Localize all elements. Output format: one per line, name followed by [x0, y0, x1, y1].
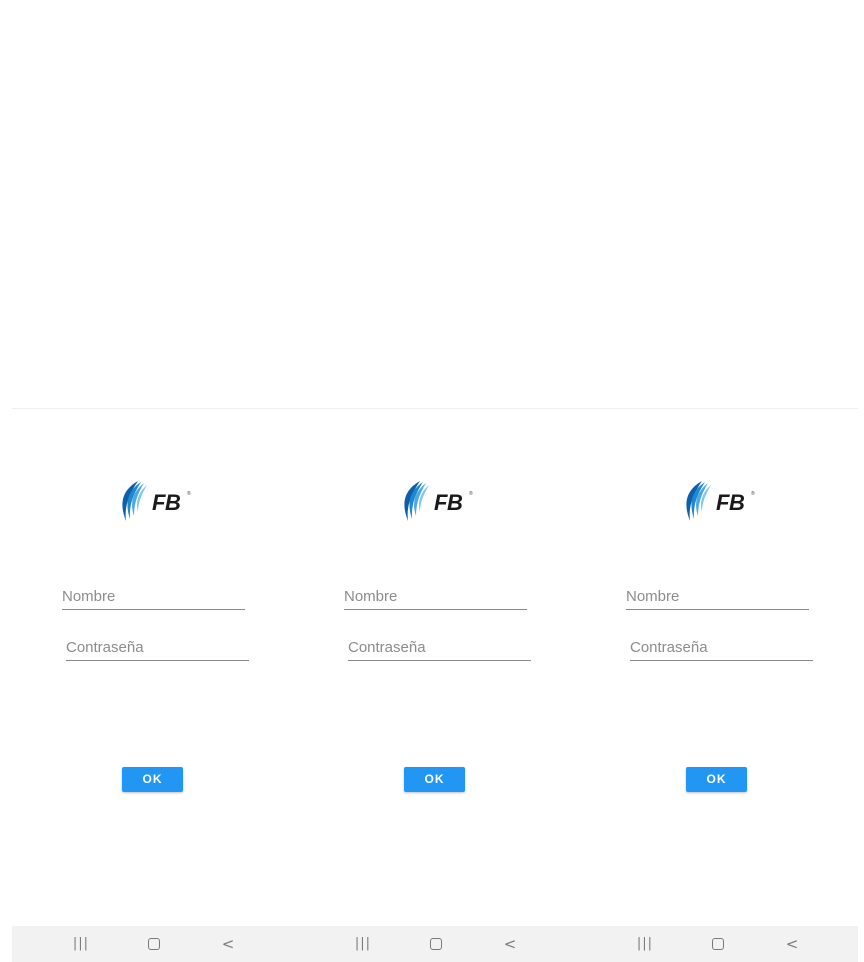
registered-mark: ® [187, 491, 191, 497]
login-panel-3: FB ® Nombre Contraseña OK ||| < [576, 409, 858, 962]
fb-logo: FB ® [398, 479, 478, 527]
registered-mark: ® [469, 491, 473, 497]
fb-logo: FB ® [680, 479, 760, 527]
logo-text: FB [716, 490, 745, 515]
ok-button[interactable]: OK [122, 767, 183, 792]
system-navbar: ||| < [294, 926, 576, 962]
system-navbar: ||| < [12, 926, 294, 962]
logo-text: FB [152, 490, 181, 515]
login-panel-1: FB ® Nombre Contraseña OK ||| < [12, 409, 294, 962]
recents-icon[interactable]: ||| [72, 935, 90, 953]
password-input[interactable]: Contraseña [348, 638, 531, 661]
home-icon[interactable] [427, 935, 445, 953]
back-icon[interactable]: < [501, 935, 519, 953]
home-icon[interactable] [709, 935, 727, 953]
system-navbar: ||| < [576, 926, 858, 962]
name-input[interactable]: Nombre [626, 587, 809, 610]
back-icon[interactable]: < [783, 935, 801, 953]
app-background-top [0, 0, 864, 408]
name-input[interactable]: Nombre [62, 587, 245, 610]
recents-icon[interactable]: ||| [354, 935, 372, 953]
password-input[interactable]: Contraseña [630, 638, 813, 661]
ok-button[interactable]: OK [686, 767, 747, 792]
home-icon[interactable] [145, 935, 163, 953]
back-icon[interactable]: < [219, 935, 237, 953]
password-input[interactable]: Contraseña [66, 638, 249, 661]
logo-text: FB [434, 490, 463, 515]
ok-button[interactable]: OK [404, 767, 465, 792]
fb-logo: FB ® [116, 479, 196, 527]
name-input[interactable]: Nombre [344, 587, 527, 610]
recents-icon[interactable]: ||| [636, 935, 654, 953]
registered-mark: ® [751, 491, 755, 497]
login-panel-2: FB ® Nombre Contraseña OK ||| < [294, 409, 576, 962]
